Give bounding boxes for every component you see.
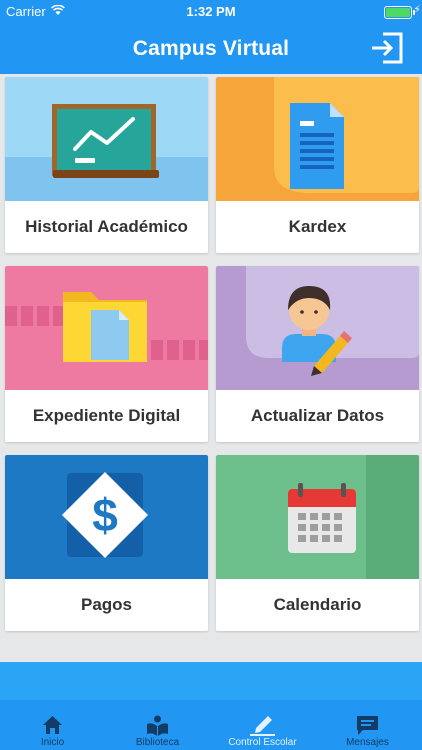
tile-label: Kardex [288, 217, 347, 236]
dollar-icon: $ [5, 455, 208, 579]
user-edit-icon [216, 266, 419, 390]
tile-actualizar-datos[interactable]: Actualizar Datos [216, 266, 419, 442]
tile-label: Historial Académico [25, 217, 188, 236]
tab-inicio[interactable]: Inicio [0, 700, 105, 750]
chalkboard-chart-icon [5, 77, 208, 201]
book-reader-icon [147, 715, 168, 736]
tab-label: Mensajes [346, 737, 389, 748]
charging-icon: ⚡ [413, 4, 421, 16]
tile-label: Pagos [80, 595, 133, 614]
bottom-banner [0, 662, 422, 700]
message-icon [357, 716, 378, 735]
tab-biblioteca[interactable]: Biblioteca [105, 700, 210, 750]
tile-label: Actualizar Datos [250, 406, 385, 425]
clock: 1:32 PM [186, 4, 236, 19]
tile-label: Calendario [273, 595, 362, 614]
tab-label: Control Escolar [228, 737, 297, 748]
tab-label: Biblioteca [135, 737, 180, 748]
battery-icon [384, 6, 415, 19]
tab-label: Inicio [40, 737, 65, 748]
tile-label: Expediente Digital [32, 406, 181, 425]
pencil-icon [250, 716, 275, 736]
tile-pagos[interactable]: $ Pagos [5, 455, 208, 631]
svg-text:$: $ [92, 489, 118, 541]
folder-icon [5, 266, 208, 390]
tab-bar: Inicio Biblioteca Control Escolar Mensaj… [0, 700, 422, 750]
tile-expediente-digital[interactable]: Expediente Digital [5, 266, 208, 442]
tile-calendario[interactable]: Calendario [216, 455, 419, 631]
calendar-icon [216, 455, 419, 579]
status-bar: Carrier 1:32 PM ⚡ [0, 0, 422, 22]
logout-icon[interactable] [369, 30, 405, 66]
document-icon [216, 77, 419, 201]
tile-kardex[interactable]: Kardex [216, 77, 419, 253]
page-title: Campus Virtual [132, 37, 290, 60]
tile-historial-academico[interactable]: Historial Académico [5, 77, 208, 253]
tab-control-escolar[interactable]: Control Escolar [210, 700, 315, 750]
tab-mensajes[interactable]: Mensajes [315, 700, 420, 750]
header: Carrier 1:32 PM ⚡ Campus Virtual [0, 0, 422, 74]
home-icon [43, 716, 62, 734]
